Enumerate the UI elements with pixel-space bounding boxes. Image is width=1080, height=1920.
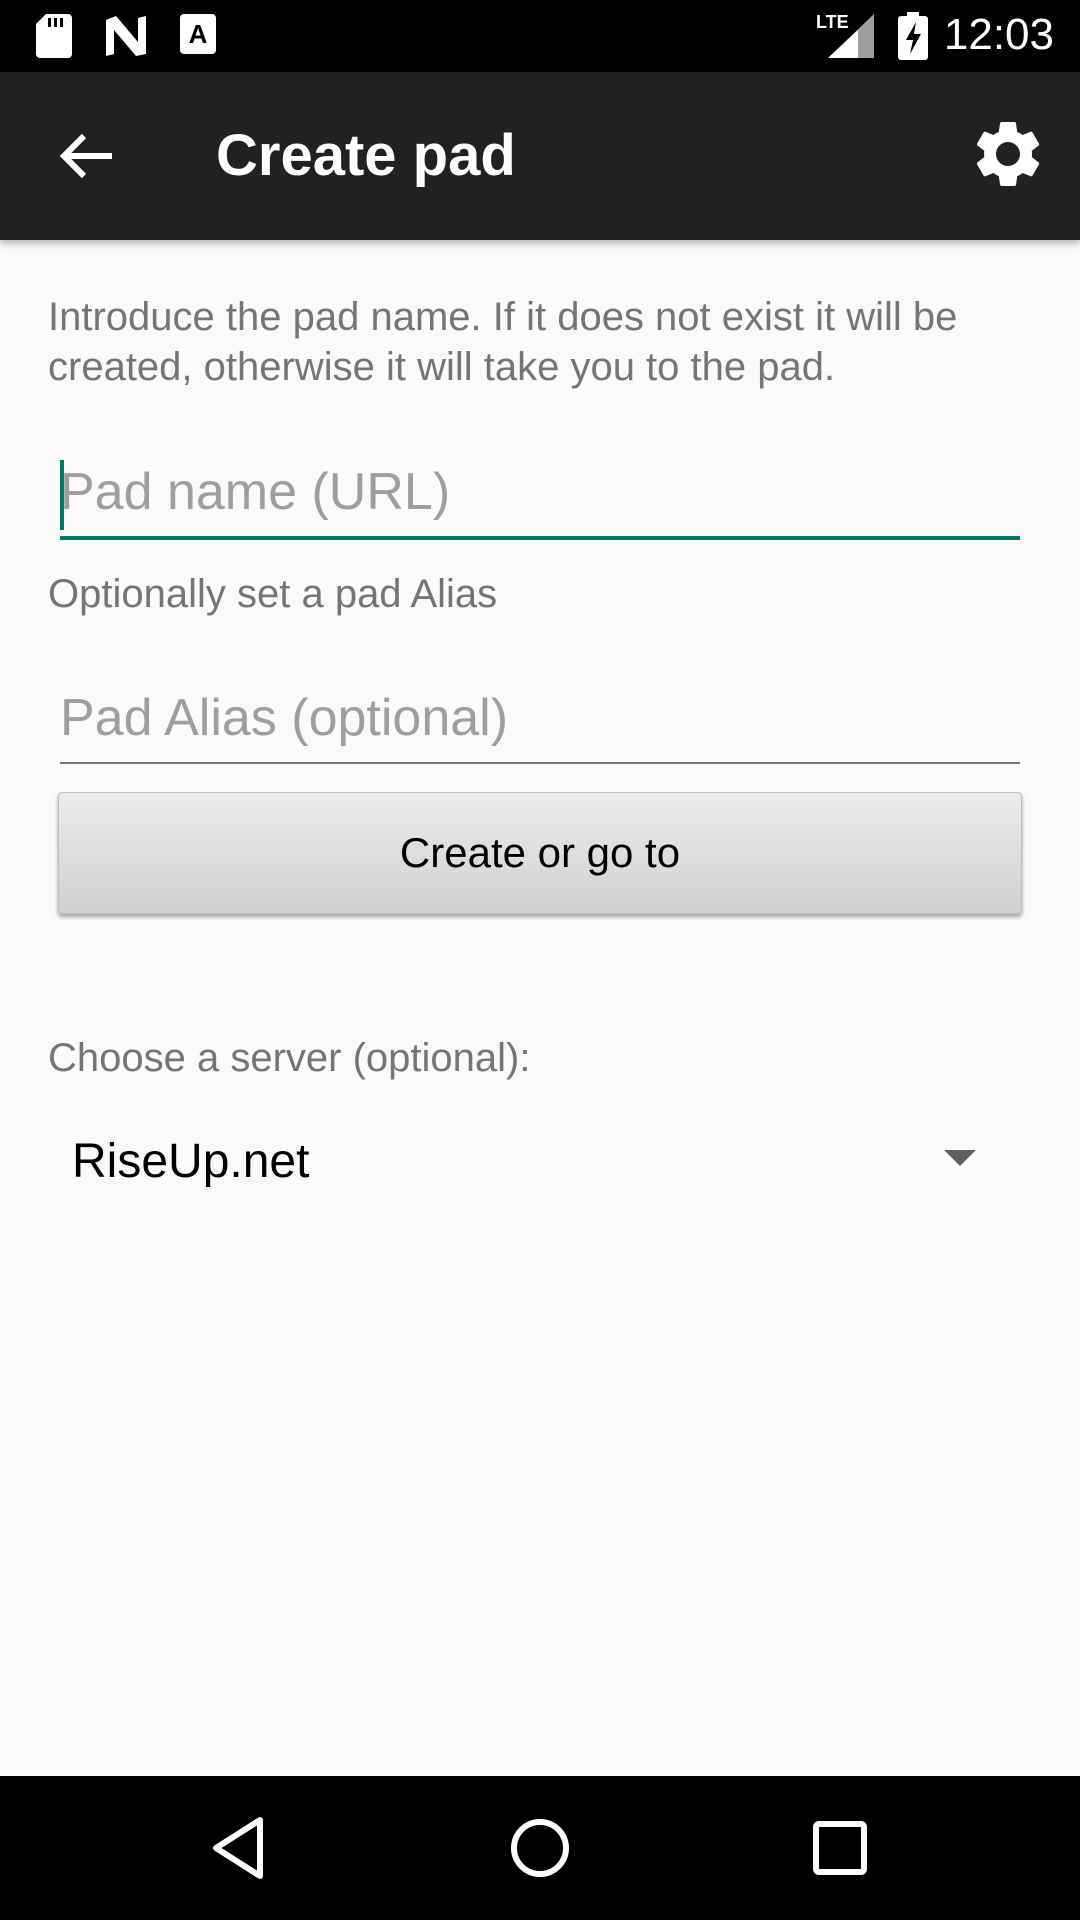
back-triangle-icon <box>213 1817 263 1879</box>
back-button[interactable] <box>44 112 132 200</box>
home-circle-icon <box>511 1819 569 1877</box>
pad-name-field[interactable] <box>60 452 1020 542</box>
server-selected-value: RiseUp.net <box>72 1135 310 1188</box>
recents-square-icon <box>813 1821 867 1875</box>
battery-charging-icon <box>898 12 928 60</box>
nav-recents-button[interactable] <box>804 1812 876 1884</box>
navigation-bar <box>0 1776 1080 1920</box>
clock: 12:03 <box>943 10 1054 59</box>
pad-alias-field[interactable] <box>60 678 1020 768</box>
nav-back-button[interactable] <box>204 1812 276 1884</box>
create-or-go-to-button[interactable]: Create or go to <box>58 792 1022 914</box>
back-arrow-icon <box>59 133 112 179</box>
pad-name-input[interactable] <box>60 452 1020 532</box>
pad-name-underline <box>60 536 1020 540</box>
page-title: Create pad <box>216 123 516 188</box>
text-cursor <box>60 460 64 530</box>
server-dropdown[interactable]: RiseUp.net <box>60 1120 1000 1200</box>
dropdown-arrow-icon <box>944 1150 976 1166</box>
sd-card-icon <box>36 14 72 58</box>
server-label: Choose a server (optional): <box>48 1036 531 1080</box>
app-bar: Create pad <box>0 72 1080 240</box>
pad-alias-underline <box>60 762 1020 764</box>
intro-text: Introduce the pad name. If it does not e… <box>48 295 958 389</box>
n-logo-icon <box>106 16 146 56</box>
gear-icon <box>976 121 1040 186</box>
settings-button[interactable] <box>968 114 1048 194</box>
keyboard-a-icon: A <box>180 14 216 54</box>
signal-icon <box>828 14 874 58</box>
pad-alias-input[interactable] <box>60 678 1020 758</box>
alias-label: Optionally set a pad Alias <box>48 572 498 616</box>
status-bar: A LTE 12:03 <box>0 0 1080 72</box>
nav-home-button[interactable] <box>504 1812 576 1884</box>
svg-text:A: A <box>189 19 208 49</box>
